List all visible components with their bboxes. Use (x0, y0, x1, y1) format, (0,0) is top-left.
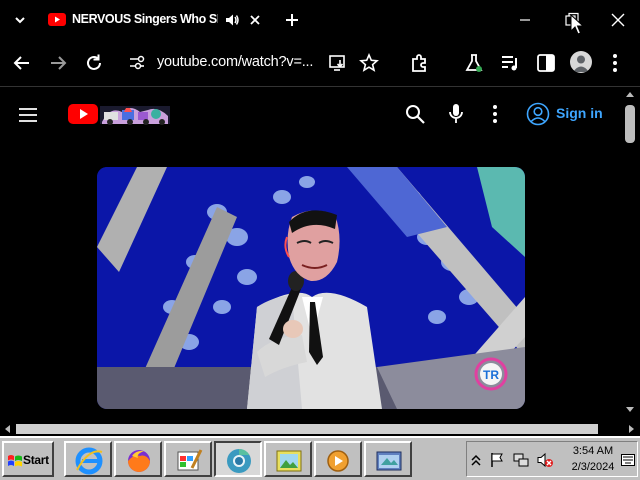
settings-menu-button[interactable] (486, 103, 504, 125)
taskbar-app-paint[interactable] (164, 441, 212, 477)
voice-search-button[interactable] (446, 103, 466, 125)
account-circle-icon (526, 102, 550, 126)
close-tab-icon[interactable] (248, 13, 262, 27)
paint-icon (177, 449, 203, 471)
extensions-icon (412, 54, 426, 72)
search-icon (406, 105, 425, 124)
side-panel-icon (537, 54, 555, 72)
windows-logo-icon (8, 455, 22, 467)
taskbar-app-picture-viewer[interactable] (264, 441, 312, 477)
taskbar-app-firefox[interactable] (114, 441, 162, 477)
star-icon[interactable] (359, 53, 379, 73)
firefox-icon (128, 450, 150, 472)
browser-toolbar: youtube.com/watch?v=... (0, 40, 640, 86)
media-player-icon (327, 450, 349, 472)
scroll-down-arrow-icon[interactable] (626, 405, 634, 413)
vertical-scroll-thumb[interactable] (625, 105, 635, 143)
chrome-icon (227, 449, 251, 473)
back-button[interactable] (11, 52, 33, 74)
taskbar-app-ie[interactable] (64, 441, 112, 477)
site-info-icon[interactable] (128, 55, 146, 71)
labs-icon (465, 54, 483, 72)
side-panel-button[interactable] (535, 52, 557, 74)
search-button[interactable] (404, 103, 426, 125)
mouse-pointer-icon (570, 14, 584, 35)
clock-time[interactable]: 3:54 AM (565, 445, 621, 457)
forward-button[interactable] (47, 52, 69, 74)
address-bar[interactable]: youtube.com/watch?v=... (120, 45, 396, 81)
taskbar-app-file-explorer[interactable] (364, 441, 412, 477)
speaker-icon[interactable] (224, 12, 240, 28)
back-icon (13, 56, 29, 70)
new-tab-button[interactable] (282, 10, 302, 30)
youtube-icon (48, 13, 66, 26)
network-icon[interactable] (513, 452, 529, 468)
tab-search-dropdown-button[interactable] (10, 10, 30, 30)
youtube-page: Sign in TR (0, 86, 640, 422)
volume-muted-icon[interactable] (537, 452, 553, 468)
plus-icon (286, 14, 298, 26)
reload-icon (87, 54, 101, 70)
chevron-down-icon (15, 17, 25, 24)
profile-button[interactable] (570, 51, 592, 73)
microphone-icon (449, 104, 463, 123)
horizontal-scrollbar[interactable] (0, 422, 640, 436)
url-text[interactable]: youtube.com/watch?v=... (157, 54, 327, 72)
media-control-icon (502, 56, 517, 71)
profile-icon (573, 55, 589, 72)
minimize-button[interactable] (516, 12, 534, 28)
start-label: Start (23, 453, 49, 467)
close-window-button[interactable] (608, 10, 628, 30)
sign-in-label: Sign in (556, 105, 603, 121)
video-player[interactable]: TR (97, 167, 525, 409)
video-watermark: TR (483, 368, 499, 382)
system-tray: 3:54 AM 2/3/2024 (466, 441, 638, 477)
close-icon (611, 13, 625, 27)
vertical-scrollbar[interactable] (620, 87, 640, 422)
youtube-logo-icon (68, 104, 98, 124)
tab-strip: NERVOUS Singers Who SH (0, 0, 640, 40)
youtube-home-logo[interactable] (68, 103, 98, 125)
windows-taskbar: Start 3:54 AM 2/3/2024 (0, 436, 640, 480)
clock-date[interactable]: 2/3/2024 (565, 461, 621, 473)
reload-button[interactable] (83, 52, 105, 74)
youtube-doodle-image[interactable] (100, 100, 170, 126)
more-menu-icon (613, 54, 617, 72)
forward-icon (51, 56, 67, 70)
minimize-icon (520, 19, 530, 21)
browser-tab[interactable]: NERVOUS Singers Who SH (40, 4, 272, 36)
tab-title: NERVOUS Singers Who SH (72, 12, 218, 26)
extensions-button[interactable] (409, 52, 431, 74)
chrome-menu-button[interactable] (604, 52, 626, 74)
vertical-dots-icon (493, 105, 497, 123)
video-frame: TR (97, 167, 525, 409)
picture-viewer-icon (276, 450, 302, 472)
guide-menu-button[interactable] (18, 105, 38, 125)
scroll-up-arrow-icon[interactable] (626, 91, 634, 99)
horizontal-scroll-thumb[interactable] (16, 424, 598, 434)
start-button[interactable]: Start (2, 441, 54, 477)
taskbar-app-chrome[interactable] (214, 441, 262, 477)
scroll-right-arrow-icon[interactable] (627, 425, 635, 433)
scroll-left-arrow-icon[interactable] (4, 425, 12, 433)
media-control-button[interactable] (499, 52, 521, 74)
hamburger-icon (19, 108, 37, 122)
show-hidden-icons-icon[interactable] (471, 454, 481, 466)
sign-in-button[interactable]: Sign in (520, 99, 620, 129)
install-app-icon[interactable] (328, 53, 348, 73)
action-center-flag-icon[interactable] (489, 452, 505, 468)
file-explorer-icon (376, 451, 402, 471)
taskbar-app-media-player[interactable] (314, 441, 362, 477)
labs-button[interactable] (463, 52, 485, 74)
keyboard-icon[interactable] (621, 454, 635, 466)
internet-explorer-icon (75, 447, 103, 475)
